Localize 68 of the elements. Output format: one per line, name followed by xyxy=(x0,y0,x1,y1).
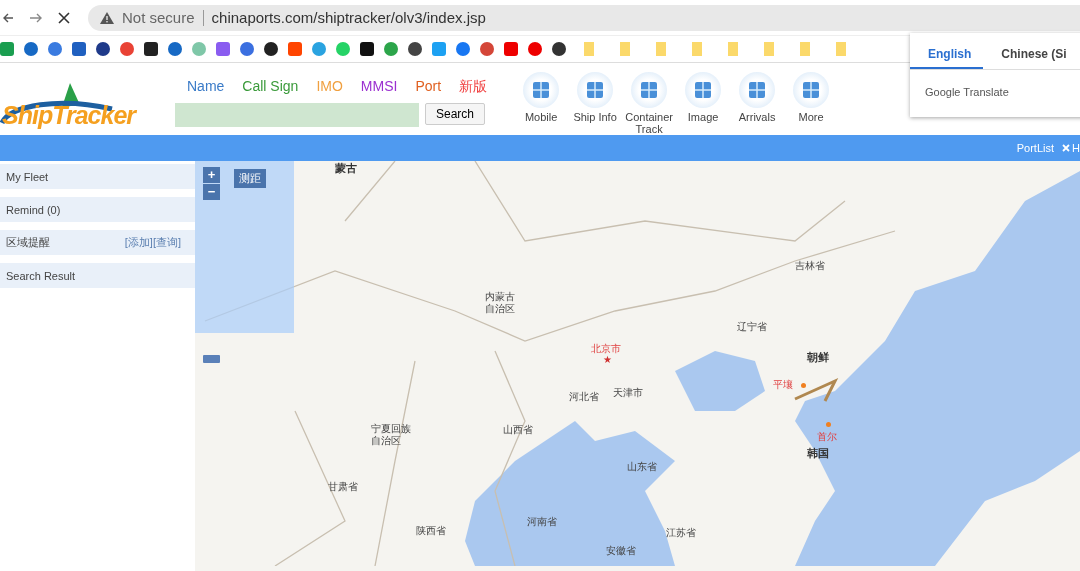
nav-label[interactable]: Ship Info xyxy=(573,111,617,123)
map-label: 朝鲜 xyxy=(807,351,829,365)
map-label: 内蒙古自治区 xyxy=(485,291,515,315)
search-type-link[interactable]: 新版 xyxy=(459,78,488,96)
map-label: 河北省 xyxy=(569,391,599,403)
sidebar-item[interactable]: My Fleet xyxy=(0,164,195,189)
search-type-link[interactable]: Port xyxy=(415,78,442,96)
nav-label[interactable]: Mobile xyxy=(524,111,558,123)
capital-marker: ★ xyxy=(603,355,612,365)
map-label: 吉林省 xyxy=(795,260,825,272)
sidebar-item[interactable]: Remind (0) xyxy=(0,197,195,222)
map-label: 陕西省 xyxy=(416,525,446,537)
google-translate-label: Google Translate xyxy=(925,86,1009,98)
map-label: 甘肃省 xyxy=(328,481,358,493)
map-label: 平壤 xyxy=(773,379,793,391)
nav-label[interactable]: Image xyxy=(687,111,719,123)
map-label: 天津市 xyxy=(613,387,643,399)
measure-button[interactable]: 测距 xyxy=(234,169,266,188)
add-query-link[interactable]: [添加][查询] xyxy=(124,235,181,250)
map-label: 河南省 xyxy=(527,516,557,528)
search-button[interactable]: Search xyxy=(425,103,486,125)
search-type-link[interactable]: Call Sign xyxy=(242,78,299,96)
nav-label[interactable]: Container Track xyxy=(623,111,676,135)
city-dot-icon xyxy=(826,422,831,427)
map-label: 首尔 xyxy=(817,431,837,443)
map-label: 辽宁省 xyxy=(737,321,767,333)
nav-icon[interactable] xyxy=(685,72,722,108)
language-tab[interactable]: Chinese (Si xyxy=(983,47,1079,69)
map-label: 江苏省 xyxy=(666,527,696,539)
map-label: 蒙古 xyxy=(335,162,357,176)
map-background[interactable]: + − 测距 蒙古 内蒙古自治区 北京市 河北省 天津市 辽宁省 吉林省 朝鲜 平壤 首尔 韩国 宁夏回族自治区 山西省 山东省 甘肃省 河南省 陕西省 江苏省 安徽省 ★ xyxy=(195,161,1080,571)
nav-icon[interactable] xyxy=(523,72,560,108)
map-label: 山东省 xyxy=(627,461,657,473)
nav-icon[interactable] xyxy=(631,72,668,108)
close-icon xyxy=(1062,144,1071,152)
city-dot-icon xyxy=(801,383,806,388)
bookmark-icon[interactable] xyxy=(552,42,566,56)
sidebar-label: Search Result xyxy=(6,269,76,282)
nav-label[interactable]: More xyxy=(798,111,824,123)
nav-icon[interactable] xyxy=(793,72,830,108)
nav-icon[interactable] xyxy=(577,72,614,108)
map-label: 韩国 xyxy=(807,447,829,461)
url-text: chinaports.com/shiptracker/olv3/index.jsp xyxy=(211,9,486,26)
sidebar-label: Remind (0) xyxy=(6,203,61,216)
nav-label[interactable]: Arrivals xyxy=(738,111,776,123)
nav-icon[interactable] xyxy=(739,72,776,108)
map-handle[interactable] xyxy=(203,355,220,363)
sidebar-label: My Fleet xyxy=(6,170,49,183)
map-label: 山西省 xyxy=(503,424,533,436)
search-type-link[interactable]: MMSI xyxy=(360,78,398,96)
zoom-in-button[interactable]: + xyxy=(203,167,220,183)
sidebar-label: 区域提醒 xyxy=(6,235,50,250)
address-bar[interactable]: Not secure chinaports.com/shiptracker/olv3/index.jsp xyxy=(88,4,1080,31)
map-label: 安徽省 xyxy=(606,545,636,557)
map-label: 北京市 xyxy=(591,343,621,355)
language-tab[interactable]: English xyxy=(910,47,984,69)
security-label: Not secure xyxy=(122,9,195,26)
close-icon[interactable] xyxy=(56,10,72,25)
map-label: 宁夏回族自治区 xyxy=(371,423,411,447)
bookmark-icon[interactable] xyxy=(96,42,110,56)
search-field[interactable] xyxy=(175,103,419,127)
sidebar-item[interactable]: 区域提醒 [添加][查询] xyxy=(0,230,195,255)
bookmark-icon[interactable] xyxy=(264,42,278,56)
search-type-link[interactable]: Name xyxy=(187,78,225,96)
sidebar-item[interactable]: Search Result xyxy=(0,263,195,288)
warning-icon xyxy=(100,11,114,24)
zoom-out-button[interactable]: − xyxy=(203,184,220,200)
bookmark-icon[interactable] xyxy=(408,42,422,56)
